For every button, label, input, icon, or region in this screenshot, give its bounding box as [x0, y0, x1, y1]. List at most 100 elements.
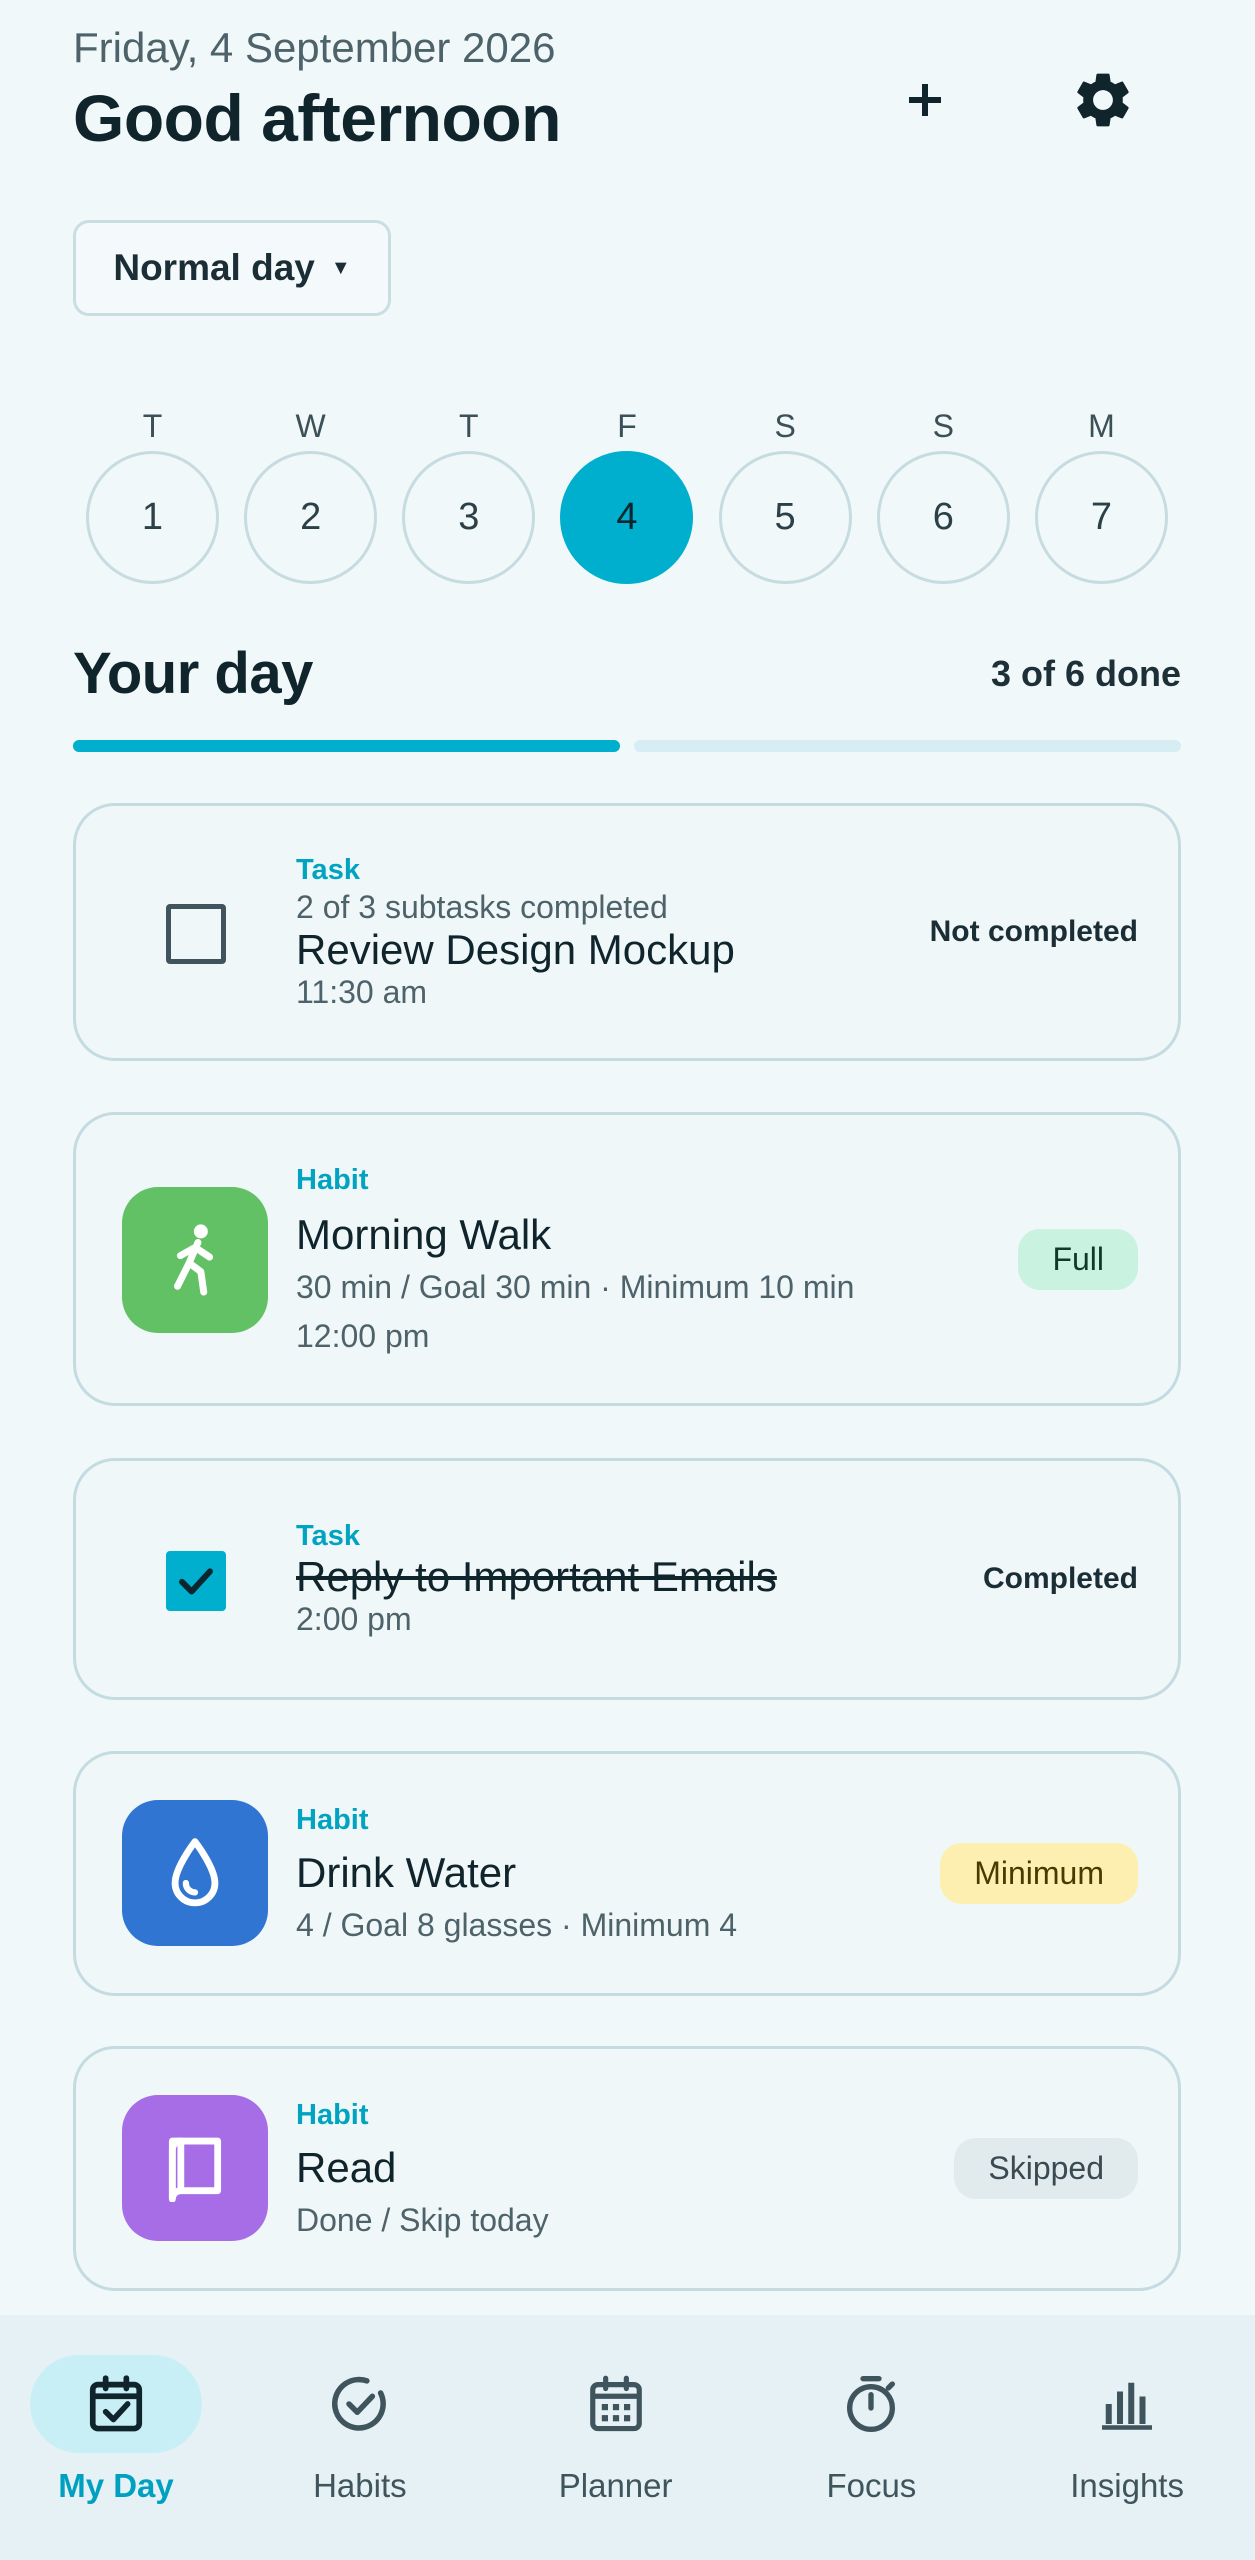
day-mode-dropdown[interactable]: Normal day ▼ — [73, 220, 391, 316]
day-number[interactable]: 5 — [718, 451, 852, 584]
item-time: 12:00 pm — [296, 1317, 430, 1354]
item-kind: Habit — [296, 1803, 369, 1836]
day-letter: T — [459, 408, 479, 444]
day-3[interactable]: F 4 — [560, 405, 694, 584]
day-2[interactable]: T 3 — [402, 405, 536, 584]
card-text: Task 2 of 3 subtasks completed Review De… — [296, 854, 735, 1011]
day-1[interactable]: W 2 — [244, 405, 378, 584]
card-content: Habit Drink Water 4 / Goal 8 glasses · M… — [296, 1754, 1138, 1993]
task-checkbox[interactable] — [166, 904, 226, 964]
day-number[interactable]: 3 — [402, 451, 536, 584]
progress-track — [634, 740, 1181, 752]
water-drop-icon — [171, 1838, 219, 1907]
done-count: 3 of 6 done — [990, 652, 1181, 694]
check-circle-icon — [331, 2376, 386, 2431]
day-number[interactable]: 2 — [244, 451, 378, 584]
card-content: Task 2 of 3 subtasks completed Review De… — [296, 806, 1138, 1058]
nav-pill[interactable] — [785, 2355, 957, 2453]
day-4[interactable]: S 5 — [718, 405, 852, 584]
item-kind: Habit — [296, 2098, 369, 2131]
day-number[interactable]: 7 — [1034, 451, 1168, 584]
stopwatch-icon — [847, 2376, 896, 2432]
day-letter: T — [142, 408, 163, 444]
nav-my-day[interactable]: My Day — [0, 2315, 232, 2560]
day-letter: S — [932, 408, 954, 444]
nav-insights[interactable]: Insights — [999, 2315, 1255, 2560]
bottom-navigation: My Day Habits Planner Focus Insights — [0, 2315, 1255, 2560]
bar-chart-icon — [1102, 2382, 1153, 2430]
header: Friday, 4 September 2026 Good afternoon — [73, 24, 561, 156]
date-label: Friday, 4 September 2026 — [73, 24, 556, 71]
nav-pill[interactable] — [530, 2355, 702, 2453]
walking-person-icon — [174, 1224, 214, 1296]
plus-icon — [909, 84, 941, 116]
task-checkbox-checked[interactable] — [166, 1551, 226, 1611]
day-6[interactable]: M 7 — [1034, 405, 1168, 584]
settings-button[interactable] — [1063, 60, 1143, 140]
nav-focus[interactable]: Focus — [744, 2315, 1000, 2560]
day-number[interactable]: 6 — [876, 451, 1010, 584]
card-text: Habit Drink Water 4 / Goal 8 glasses · M… — [296, 1804, 737, 1944]
add-button[interactable] — [885, 60, 965, 140]
habit-icon-tile — [122, 1800, 268, 1946]
card-text: Habit Read Done / Skip today — [296, 2099, 549, 2239]
progress-fill — [73, 740, 620, 752]
item-kind: Task — [296, 1520, 360, 1552]
nav-pill[interactable] — [30, 2355, 202, 2453]
nav-label: Planner — [558, 2467, 673, 2504]
day-letter: S — [774, 408, 796, 444]
calendar-grid-icon — [589, 2375, 642, 2432]
caret-down-icon: ▼ — [330, 256, 351, 279]
day-letter: F — [617, 408, 637, 444]
habit-card[interactable]: Habit Read Done / Skip today Skipped — [73, 2046, 1181, 2291]
item-kind: Habit — [296, 1163, 369, 1196]
calendar-check-icon — [89, 2375, 143, 2432]
item-time: 2:00 pm — [296, 1601, 412, 1637]
habit-detail: 30 min / Goal 30 min · Minimum 10 min — [296, 1268, 855, 1305]
status-badge: Full — [1018, 1228, 1138, 1290]
status-label: Completed — [982, 1562, 1138, 1595]
day-letter: W — [295, 408, 326, 444]
habit-card[interactable]: Habit Morning Walk 30 min / Goal 30 min … — [73, 1112, 1181, 1406]
card-text: Task Reply to Important Emails 2:00 pm — [296, 1520, 777, 1638]
item-title: Review Design Mockup — [296, 925, 735, 973]
item-time: 11:30 am — [296, 973, 428, 1010]
your-day-header: Your day 3 of 6 done — [73, 640, 1181, 707]
status-badge: Minimum — [940, 1843, 1138, 1904]
day-number-selected[interactable]: 4 — [560, 451, 694, 584]
top-actions — [885, 60, 1143, 140]
task-card-completed[interactable]: Task Reply to Important Emails 2:00 pm C… — [73, 1458, 1181, 1700]
day-number[interactable]: 1 — [86, 451, 219, 584]
day-0[interactable]: T 1 — [86, 405, 219, 584]
week-strip: T 1 W 2 T 3 F 4 S 5 S 6 M 7 — [86, 405, 1168, 584]
status-label: Not completed — [929, 915, 1138, 948]
nav-label: Insights — [1070, 2467, 1184, 2504]
habit-icon-tile — [122, 2095, 268, 2241]
nav-label: Focus — [826, 2467, 917, 2504]
nav-pill[interactable] — [274, 2355, 446, 2453]
nav-planner[interactable]: Planner — [488, 2315, 744, 2560]
card-content: Habit Read Done / Skip today Skipped — [296, 2049, 1138, 2288]
item-title: Reply to Important Emails — [296, 1553, 777, 1600]
habit-detail: 4 / Goal 8 glasses · Minimum 4 — [296, 1906, 738, 1943]
day-5[interactable]: S 6 — [876, 405, 1010, 584]
card-text: Habit Morning Walk 30 min / Goal 30 min … — [296, 1164, 854, 1355]
habit-card[interactable]: Habit Drink Water 4 / Goal 8 glasses · M… — [73, 1751, 1181, 1996]
nav-habits[interactable]: Habits — [232, 2315, 488, 2560]
section-title: Your day — [73, 641, 313, 706]
greeting-title: Good afternoon — [73, 81, 561, 155]
nav-pill[interactable] — [1041, 2355, 1213, 2453]
habit-icon-tile — [122, 1187, 268, 1333]
nav-label: My Day — [58, 2467, 174, 2504]
nav-label: Habits — [313, 2467, 407, 2504]
card-content: Task Reply to Important Emails 2:00 pm C… — [296, 1461, 1138, 1697]
item-title: Morning Walk — [296, 1210, 552, 1258]
status-badge: Skipped — [954, 2138, 1138, 2199]
day-letter: M — [1088, 408, 1115, 444]
task-card[interactable]: Task 2 of 3 subtasks completed Review De… — [73, 803, 1181, 1061]
book-icon — [168, 2137, 222, 2202]
item-title: Read — [296, 2143, 397, 2191]
checkmark-icon — [179, 1568, 213, 1595]
item-kind: Task — [296, 853, 360, 886]
card-content: Habit Morning Walk 30 min / Goal 30 min … — [296, 1115, 1138, 1403]
